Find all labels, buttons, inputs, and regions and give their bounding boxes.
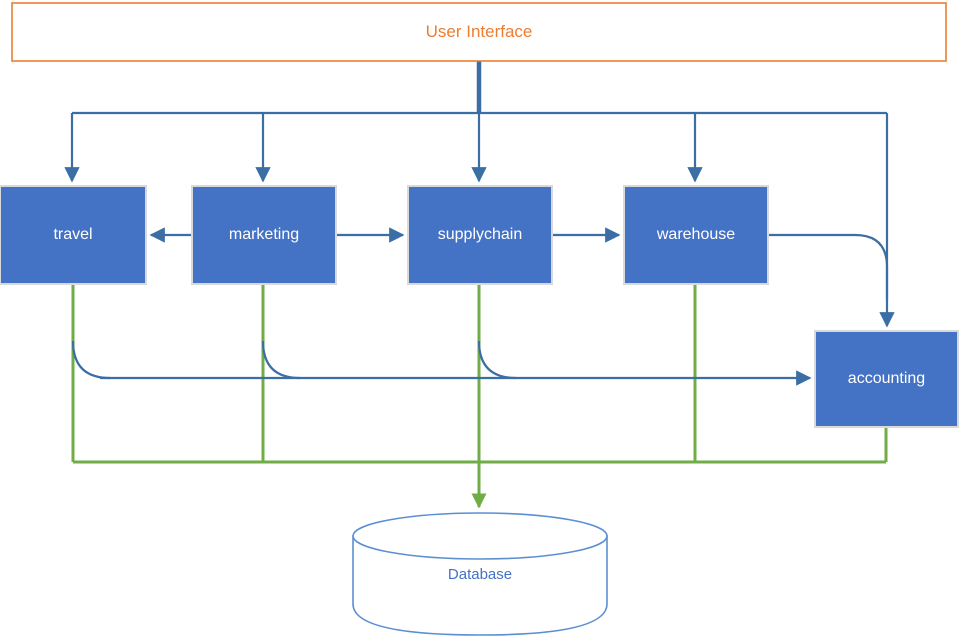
database-cylinder[interactable]: [352, 512, 608, 636]
node-accounting[interactable]: [814, 330, 959, 428]
node-marketing[interactable]: [191, 185, 337, 285]
node-supplychain[interactable]: [407, 185, 553, 285]
diagram-canvas: User Interface travel marketing supplych…: [0, 0, 960, 637]
diagram-graphics: [0, 2, 959, 636]
user-interface-box[interactable]: [11, 2, 947, 62]
edge-travel-to-accounting: [71, 340, 111, 380]
edge-supplychain-to-accounting: [477, 340, 517, 380]
node-travel[interactable]: [0, 185, 147, 285]
node-warehouse[interactable]: [623, 185, 769, 285]
edge-marketing-to-accounting: [261, 340, 301, 380]
database-bus-green: [71, 284, 888, 509]
cylinder-top: [352, 512, 608, 560]
edge-warehouse-to-accounting: [768, 233, 889, 300]
